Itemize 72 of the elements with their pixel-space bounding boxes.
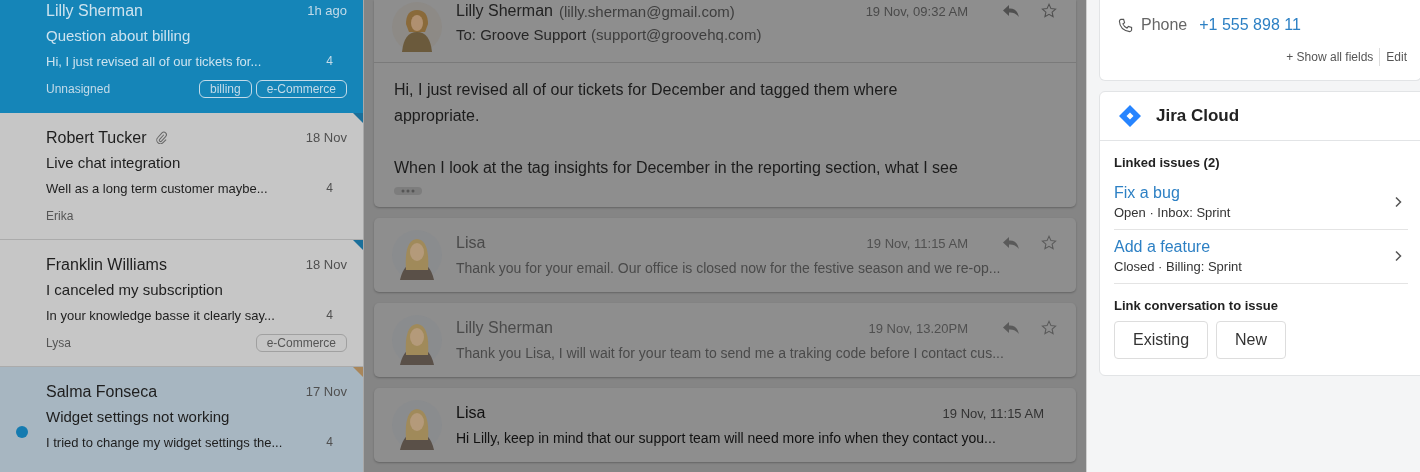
conversation-time: 17 Nov xyxy=(305,384,347,399)
card-title: Jira Cloud xyxy=(1156,106,1240,126)
message-count: 4 xyxy=(326,435,333,449)
link-option-button[interactable]: Existing xyxy=(1114,321,1209,359)
message-paragraph: When I look at the tag insights for December in the reporting section, what I see xyxy=(394,158,959,178)
phone-label: Phone xyxy=(1141,16,1188,34)
reply-icon[interactable] xyxy=(1002,320,1020,336)
sender-name: Lisa xyxy=(456,404,486,422)
conversation-time: 18 Nov xyxy=(305,257,347,272)
sender-name: Lilly Sherman xyxy=(456,2,553,20)
message-preview: Thank you for your email. Our office is closed now for the festive season and we re-op... xyxy=(456,260,1002,276)
message-time: 19 Nov, 11:15 AM xyxy=(866,235,968,251)
recipient-email: (support@groovehq.com) xyxy=(591,26,762,43)
conversation-subject: Question about billing xyxy=(46,27,191,44)
issue-title[interactable]: Fix a bug xyxy=(1114,184,1394,202)
message-time: 19 Nov, 11:15 AM xyxy=(942,405,1044,421)
edit-link[interactable]: Edit xyxy=(1386,50,1407,64)
sender-name: Lilly Sherman xyxy=(456,319,553,337)
tag: billing xyxy=(198,80,252,98)
issue-status: Closed · Billing: Sprint xyxy=(1114,259,1243,274)
star-icon[interactable] xyxy=(1040,3,1058,19)
section-heading: Linked issues (2) xyxy=(1114,155,1221,170)
contact-name: Salma Fonseca xyxy=(46,382,158,401)
link-option-button[interactable]: New xyxy=(1216,321,1287,359)
recipient-name: To: Groove Support xyxy=(456,26,587,43)
tag: e-Commerce xyxy=(255,80,347,98)
conversation-item[interactable]: Robert Tucker 18 Nov Live chat integration Well as a long term customer maybe... 4 Erika xyxy=(0,113,363,240)
conversation-subject: I canceled my subscription xyxy=(46,281,223,298)
conversation-preview: I tried to change my widget settings the... xyxy=(46,434,283,450)
conversation-subject: Live chat integration xyxy=(46,154,181,171)
conversation-preview: Well as a long term customer maybe... xyxy=(46,180,268,196)
message-paragraph: Hi, I just revised all of our tickets for December and tagged them where appropriate. xyxy=(394,80,899,126)
reply-icon[interactable] xyxy=(1002,3,1020,19)
conversation-item[interactable]: Salma Fonseca 17 Nov Widget settings not working I tried to change my widget settings the... 4 xyxy=(0,367,363,472)
phone-icon xyxy=(1118,17,1133,33)
star-icon[interactable] xyxy=(1040,235,1058,251)
message-time: 19 Nov, 09:32 AM xyxy=(865,3,968,19)
contact-name: Franklin Williams xyxy=(46,255,167,274)
message-count: 4 xyxy=(326,54,333,68)
diamond-icon xyxy=(1118,104,1142,128)
message-time: 19 Nov, 13.20PM xyxy=(868,320,968,336)
issue-status: Open · Inbox: Sprint xyxy=(1114,205,1232,220)
conversation-time: 18 Nov xyxy=(305,130,347,145)
tag: e-Commerce xyxy=(255,334,347,352)
star-icon[interactable] xyxy=(1040,320,1058,336)
chevron-right-icon xyxy=(1394,250,1402,262)
conversation-subject: Widget settings not working xyxy=(46,408,230,425)
message-count: 4 xyxy=(326,181,333,195)
issue-item[interactable]: Fix a bug Open · Inbox: Sprint xyxy=(1114,184,1408,230)
conversation-time: 1h ago xyxy=(307,3,347,18)
phone-link[interactable]: +1 555 898 11 xyxy=(1199,16,1301,34)
sender-name: Lisa xyxy=(456,234,486,252)
assignee-label: Lysa xyxy=(46,336,71,350)
section-heading: Link conversation to issue xyxy=(1114,298,1279,313)
reply-icon[interactable] xyxy=(1002,235,1020,251)
conversation-preview: In your knowledge basse it clearly say... xyxy=(46,307,275,323)
assignee-label: Erika xyxy=(46,209,74,223)
assignee-label: Unnasigned xyxy=(46,82,111,96)
issue-title[interactable]: Add a feature xyxy=(1114,238,1394,256)
message-count: 4 xyxy=(326,308,333,322)
contact-name: Robert Tucker xyxy=(46,128,147,147)
conversation-preview: Hi, I just revised all of our tickets for... xyxy=(46,53,262,69)
sender-email: (lilly.sherman@gmail.com) xyxy=(558,2,735,20)
message-preview: Hi Lilly, keep in mind that our support team will need more info when they contact you... xyxy=(456,430,997,446)
show-more-button[interactable] xyxy=(394,187,422,195)
message-preview: Thank you Lisa, I will wait for your team to send me a traking code before I contact cus... xyxy=(456,345,1005,361)
show-all-fields-link[interactable]: + Show all fields xyxy=(1286,50,1374,64)
conversation-item[interactable]: Franklin Williams 18 Nov I canceled my subscription In your knowledge basse it clearly say... 4 Lysa e-Commerce xyxy=(0,240,363,367)
issue-item[interactable]: Add a feature Closed · Billing: Sprint xyxy=(1114,230,1408,284)
message-card[interactable]: Lisa 19 Nov, 11:15 AM Hi Lilly, keep in mind that our support team will need more info when they contact you... xyxy=(374,388,1076,462)
contact-name: Lilly Sherman xyxy=(46,1,143,20)
chevron-right-icon xyxy=(1394,196,1402,208)
